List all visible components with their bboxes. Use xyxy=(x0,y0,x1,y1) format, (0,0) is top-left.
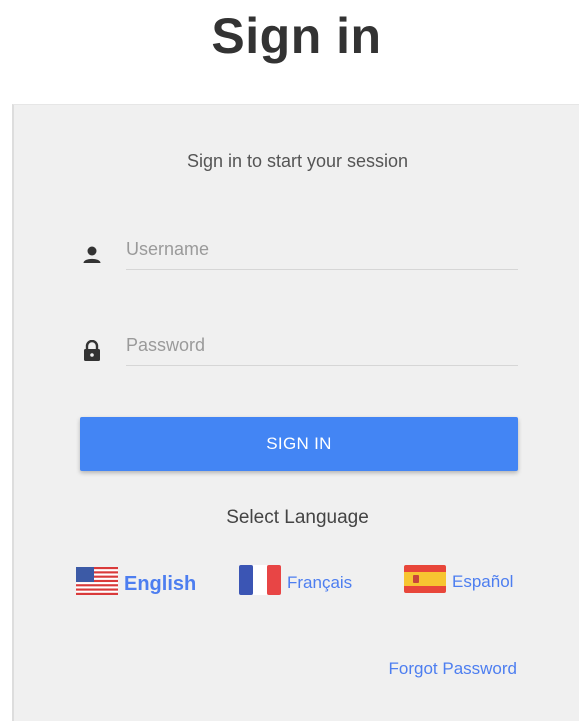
login-box-message: Sign in to start your session xyxy=(186,151,409,171)
password-input[interactable] xyxy=(126,325,518,365)
user-icon xyxy=(82,245,102,265)
language-label-english: English xyxy=(124,572,197,595)
username-input[interactable] xyxy=(126,229,518,269)
page-title: Sign in xyxy=(211,8,382,64)
sign-in-page: Sign in Sign in to start your session SI… xyxy=(0,0,579,721)
france-flag-icon xyxy=(239,565,281,600)
language-option-francais[interactable]: Français xyxy=(239,565,352,600)
lock-icon xyxy=(82,339,102,361)
forgot-password-link[interactable]: Forgot Password xyxy=(389,659,518,679)
select-language-label: Select Language xyxy=(226,507,369,528)
language-option-english[interactable]: English xyxy=(76,567,196,601)
spain-flag-icon xyxy=(404,565,446,598)
login-box: Sign in to start your session SIGN IN Se… xyxy=(12,104,579,721)
us-flag-icon xyxy=(76,567,118,601)
language-label-francais: Français xyxy=(287,572,353,592)
username-field xyxy=(126,229,518,270)
password-field xyxy=(126,325,518,366)
sign-in-button[interactable]: SIGN IN xyxy=(80,417,518,471)
language-label-espanol: Español xyxy=(452,571,514,591)
language-option-espanol[interactable]: Español xyxy=(404,565,513,598)
